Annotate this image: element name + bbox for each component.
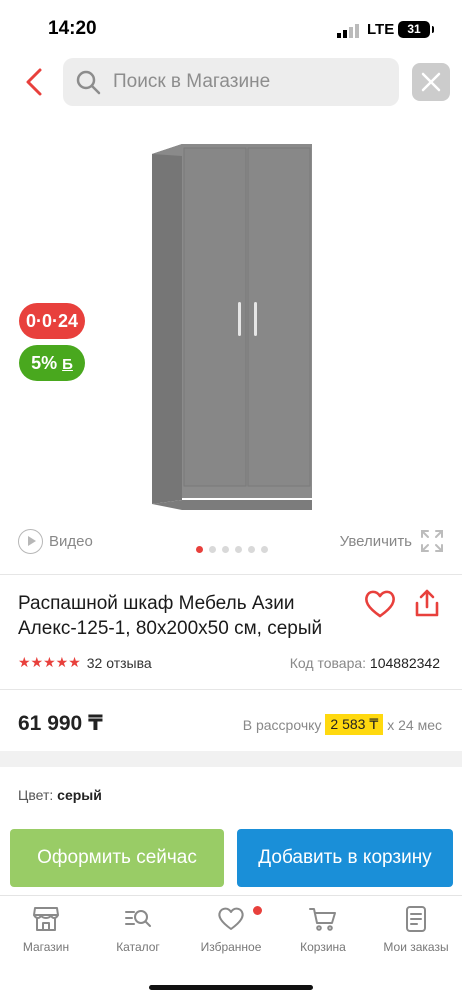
nav-item-cart[interactable]: Корзина	[277, 904, 369, 954]
pagination-dot[interactable]	[196, 546, 203, 553]
rating-stars: ★★★★★	[18, 654, 81, 670]
notification-dot	[253, 906, 262, 915]
color-label: Цвет:	[18, 787, 54, 803]
product-page: 14:20 LTE 31 Поиск в Магазине 0·0·24 5% …	[0, 0, 462, 999]
network-type: LTE	[367, 21, 395, 38]
section-separator	[0, 751, 462, 767]
nav-item-store[interactable]: Магазин	[0, 904, 92, 954]
status-time: 14:20	[48, 18, 97, 39]
pagination-dot[interactable]	[209, 546, 216, 553]
installment-badge: 0·0·24	[19, 303, 85, 339]
battery-icon: 31	[398, 21, 434, 38]
zoom-label: Увеличить	[339, 532, 412, 550]
product-code-value: 104882342	[369, 655, 440, 671]
gallery-pagination[interactable]	[196, 546, 268, 553]
bonus-percent: 5%	[31, 353, 58, 373]
close-icon	[421, 72, 441, 92]
nav-item-orders[interactable]: Мои заказы	[370, 904, 462, 954]
product-image	[152, 144, 312, 510]
pagination-dot[interactable]	[261, 546, 268, 553]
rating-reviews-link[interactable]: ★★★★★ 32 отзыва	[18, 654, 152, 671]
nav-item-catalog[interactable]: Каталог	[92, 904, 184, 954]
nav-label-catalog: Каталог	[116, 940, 160, 954]
favorite-heart-icon[interactable]	[363, 589, 397, 619]
expand-icon	[421, 530, 443, 552]
video-label: Видео	[49, 532, 93, 550]
nav-item-favorites[interactable]: Избранное	[185, 904, 277, 954]
installment-amount: 2 583 ₸	[325, 714, 384, 735]
installment-info[interactable]: В рассрочку 2 583 ₸ x 24 мес	[243, 714, 442, 735]
reviews-count: 32 отзыва	[86, 654, 152, 671]
pagination-dot[interactable]	[222, 546, 229, 553]
product-price: 61 990 ₸	[18, 712, 103, 735]
video-button[interactable]: Видео	[18, 528, 93, 554]
pagination-dot[interactable]	[235, 546, 242, 553]
search-icon	[76, 70, 101, 95]
nav-label-cart: Корзина	[300, 940, 346, 954]
divider	[0, 574, 462, 575]
orders-icon	[406, 906, 426, 932]
home-indicator	[149, 985, 313, 990]
heart-icon	[218, 907, 244, 930]
catalog-search-icon	[125, 910, 151, 927]
pagination-dot[interactable]	[248, 546, 255, 553]
store-icon	[33, 907, 59, 931]
checkout-now-button[interactable]: Оформить сейчас	[10, 829, 224, 887]
add-to-cart-button[interactable]: Добавить в корзину	[237, 829, 453, 887]
nav-label-favorites: Избранное	[200, 940, 262, 954]
signal-icon	[337, 24, 359, 38]
share-icon[interactable]	[413, 588, 441, 618]
bottom-navigation: Магазин Каталог Избранное Корзина Мои за…	[0, 895, 462, 999]
divider	[0, 689, 462, 690]
bonus-symbol: Б	[62, 356, 73, 373]
installment-suffix: x 24 мес	[387, 716, 442, 733]
color-value: серый	[57, 787, 102, 803]
nav-label-orders: Мои заказы	[383, 940, 449, 954]
zoom-button[interactable]: Увеличить	[340, 528, 444, 554]
product-title: Распашной шкаф Мебель Азии Алекс-125-1, …	[18, 593, 323, 639]
product-code-label: Код товара:	[289, 655, 367, 671]
search-input[interactable]	[113, 58, 393, 106]
close-search-button[interactable]	[412, 63, 450, 101]
cart-icon	[309, 908, 336, 931]
play-icon	[18, 528, 43, 554]
bonus-badge: 5% Б	[19, 345, 85, 381]
color-selector-label: Цвет: серый	[18, 787, 102, 803]
product-gallery[interactable]: 0·0·24 5% Б Видео Увеличить	[0, 120, 462, 560]
product-code: Код товара: 104882342	[290, 655, 440, 671]
search-bar[interactable]	[63, 58, 399, 106]
back-arrow-icon[interactable]	[20, 64, 50, 100]
nav-label-store: Магазин	[22, 940, 70, 954]
status-bar: 14:20 LTE 31	[0, 0, 462, 56]
installment-prefix: В рассрочку	[242, 716, 322, 733]
